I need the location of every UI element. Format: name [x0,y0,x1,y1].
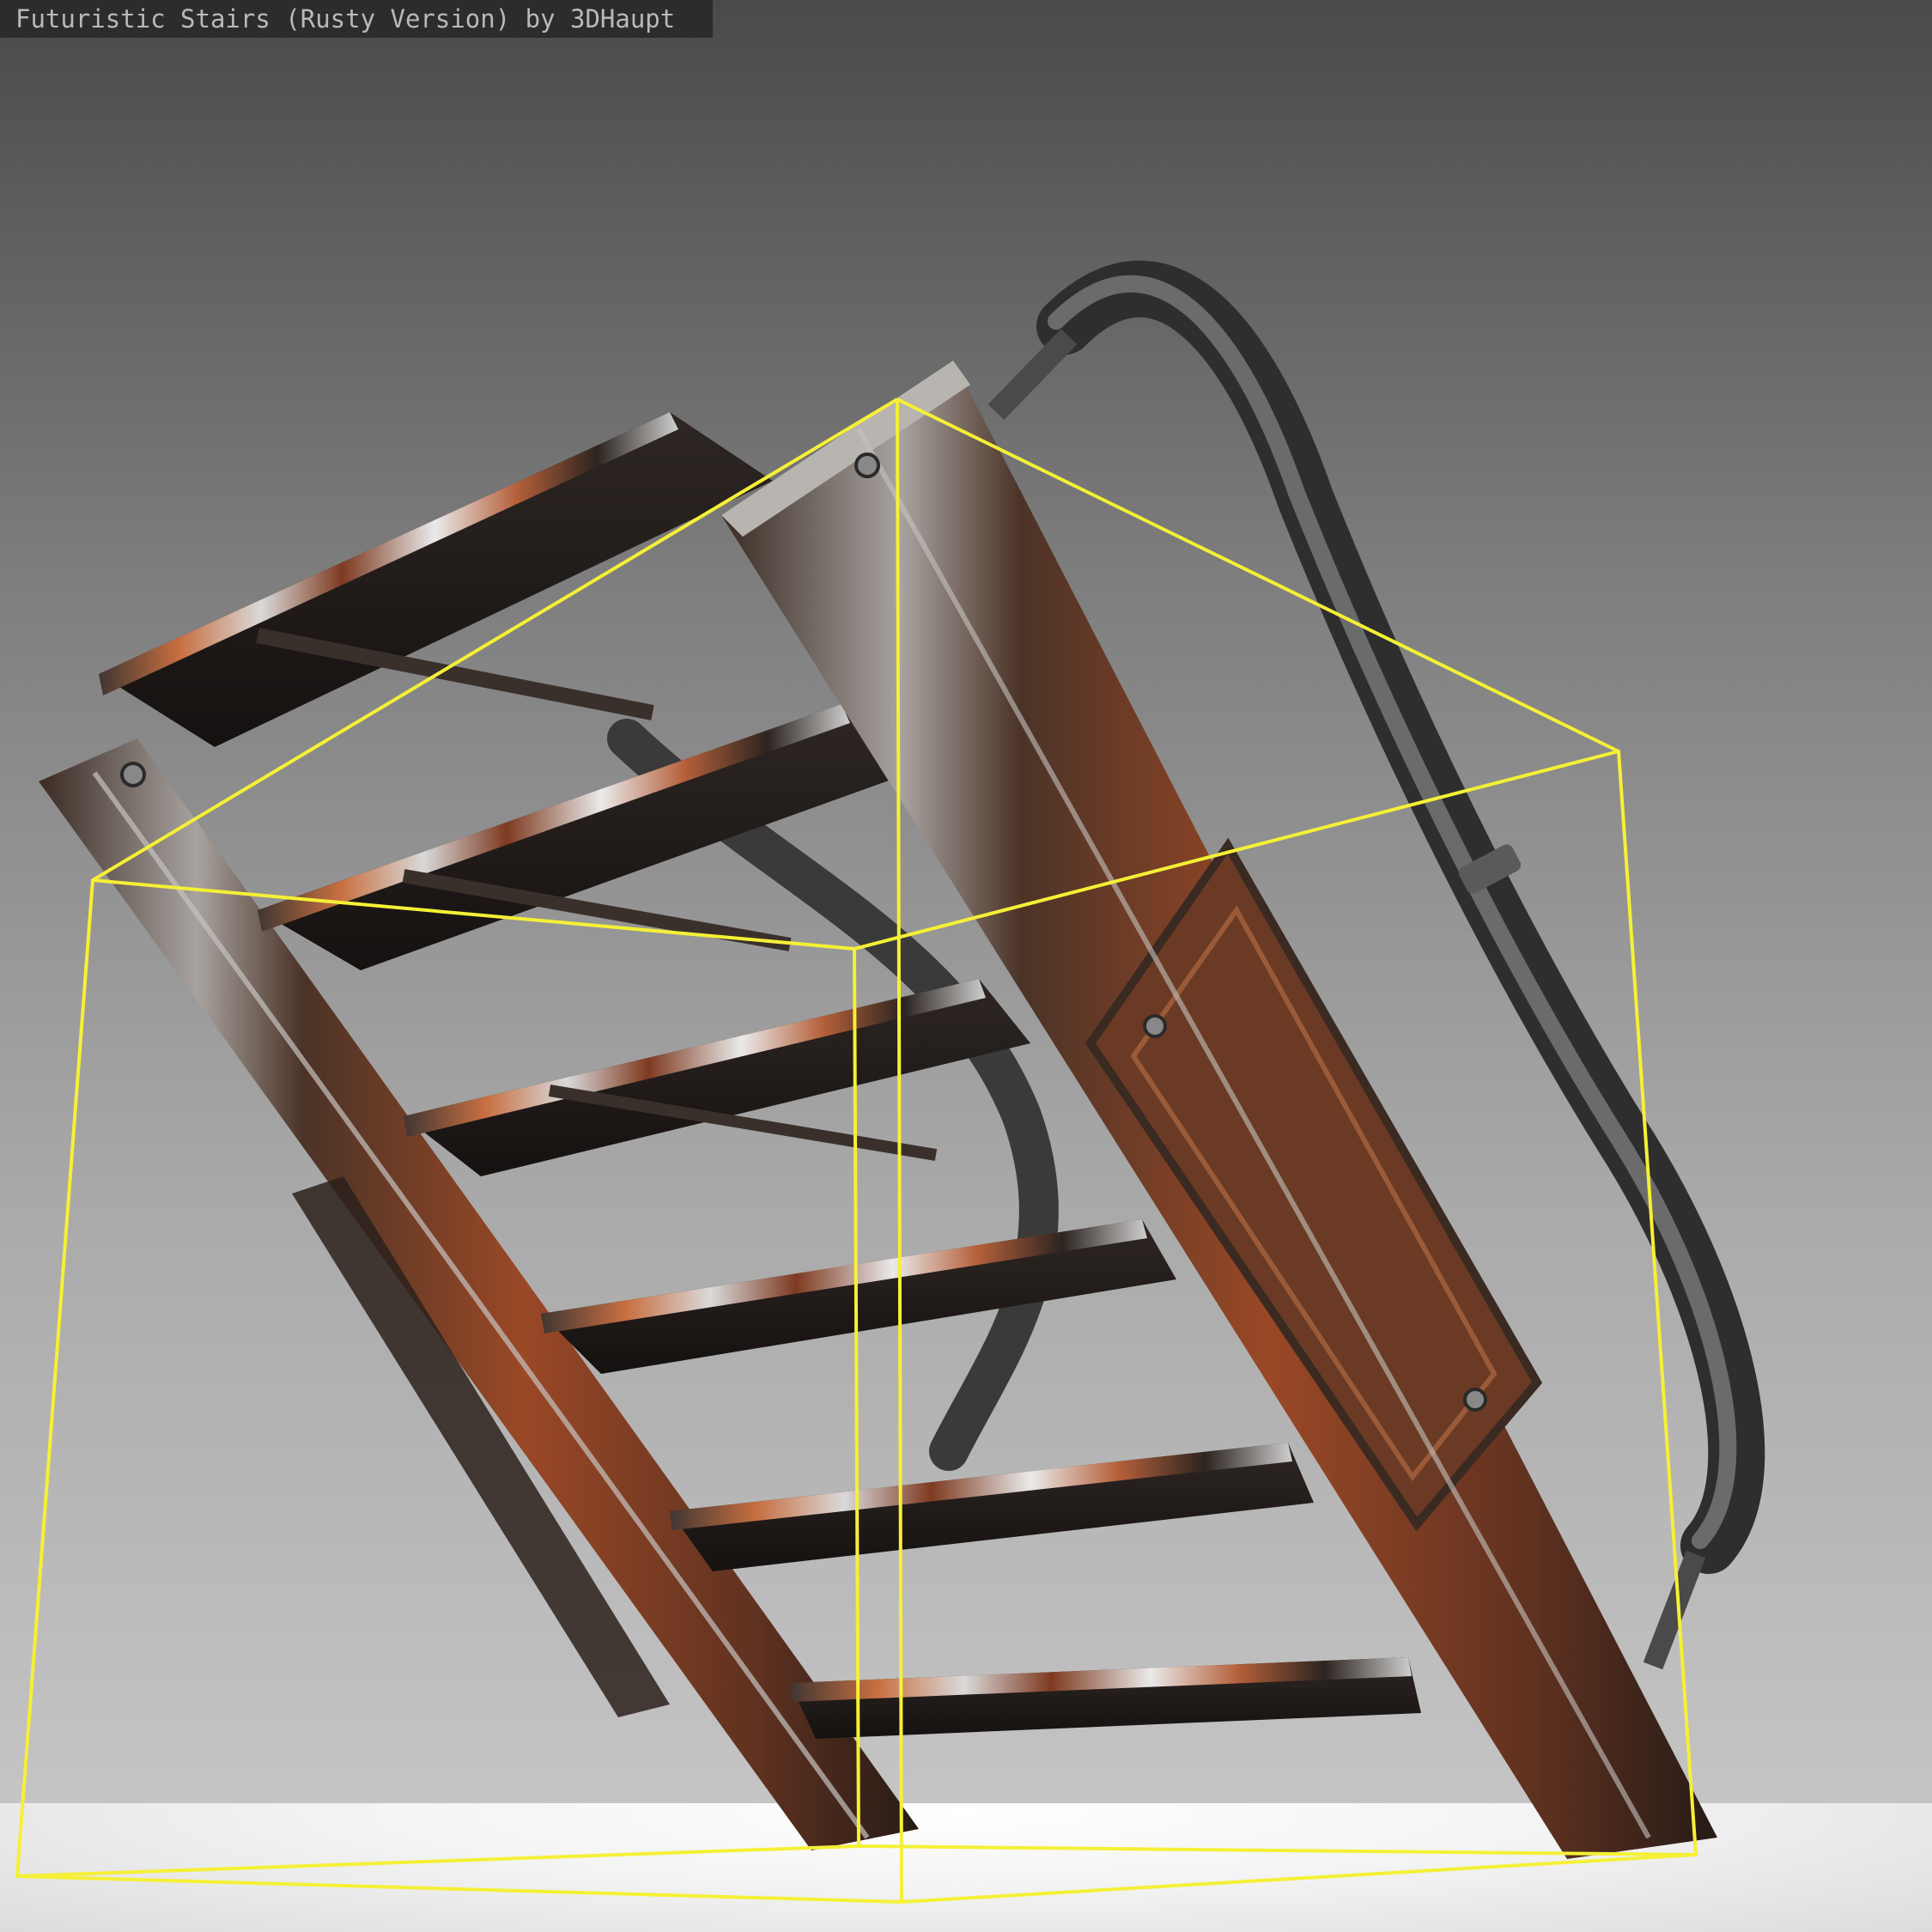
model-title: Futuristic Stairs (Rusty Version) by 3DH… [15,4,676,33]
handrail-post-top [987,328,1078,421]
tread-3 [404,979,1030,1176]
right-stringer [721,361,1717,1859]
stairs-model[interactable] [0,0,1932,1932]
right-stringer-groove [856,428,1651,1839]
tread-1 [99,412,773,747]
viewer-title-bar: Futuristic Stairs (Rusty Version) by 3DH… [0,0,713,38]
3d-viewport[interactable]: Futuristic Stairs (Rusty Version) by 3DH… [0,0,1932,1932]
tread-5 [670,1443,1314,1571]
tread-2 [258,704,910,970]
bolt [1463,1388,1487,1412]
bolt [1143,1014,1167,1038]
bolt [120,762,146,787]
bolt [854,453,880,478]
tread-6 [790,1657,1421,1739]
tread-4 [541,1219,1176,1374]
